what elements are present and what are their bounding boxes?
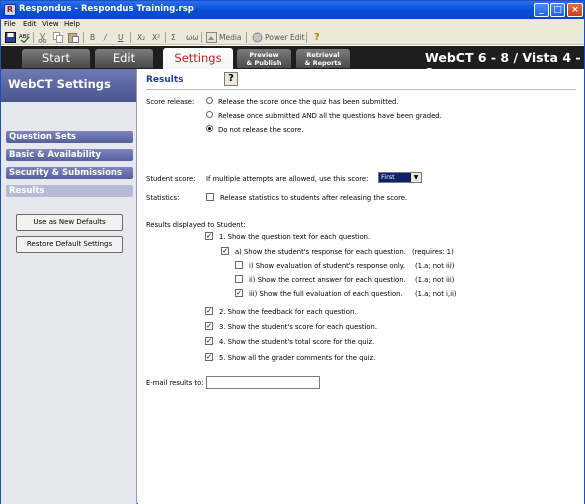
chevron-down-icon: ▼ bbox=[411, 173, 421, 182]
sidebar-item-question-sets[interactable]: Question Sets bbox=[6, 131, 133, 143]
menu-file[interactable]: File bbox=[4, 20, 16, 28]
sidebar-title: WebCT Settings bbox=[1, 69, 136, 102]
symbol-button[interactable]: Σ bbox=[171, 31, 176, 44]
result-1a-i-checkbox[interactable] bbox=[235, 261, 243, 269]
close-button[interactable]: × bbox=[567, 3, 583, 17]
result-1a-iii-checkbox[interactable]: ✓ bbox=[235, 289, 243, 297]
result-1a-ii-checkbox[interactable] bbox=[235, 275, 243, 283]
paste-icon[interactable] bbox=[68, 32, 79, 43]
media-button[interactable]: Media bbox=[219, 31, 242, 44]
statistics-text: Release statistics to students after rel… bbox=[220, 194, 408, 202]
result-5-label: 5. Show all the grader comments for the … bbox=[219, 354, 376, 362]
menu-bar: File Edit View Help bbox=[1, 19, 584, 30]
student-score-label: Student score: bbox=[146, 175, 196, 183]
title-divider bbox=[146, 89, 576, 90]
result-1a-label: a) Show the student's response for each … bbox=[235, 248, 406, 256]
superscript-button[interactable]: X² bbox=[152, 31, 160, 44]
tab-settings[interactable]: Settings bbox=[163, 48, 233, 69]
minimize-button[interactable]: _ bbox=[534, 3, 549, 17]
toolbar-separator bbox=[33, 32, 34, 43]
score-release-option-1: Release the score once the quiz has been… bbox=[218, 98, 399, 106]
help-button[interactable]: ? bbox=[224, 72, 238, 86]
student-score-text: If multiple attempts are allowed, use th… bbox=[206, 175, 369, 183]
results-settings-panel: Results ? Score release: Release the sco… bbox=[138, 69, 584, 504]
result-2-label: 2. Show the feedback for each question. bbox=[219, 308, 357, 316]
sidebar-item-security-submissions[interactable]: Security & Submissions bbox=[6, 167, 133, 179]
score-release-option-3: Do not release the score. bbox=[218, 126, 304, 134]
respondus-app-icon: R bbox=[4, 4, 16, 16]
nav-tab-bar: Start Edit Settings Preview & Publish Re… bbox=[1, 46, 584, 80]
toolbar-separator bbox=[130, 32, 131, 43]
power-edit-icon[interactable] bbox=[252, 32, 263, 43]
sidebar-item-results[interactable]: Results bbox=[6, 185, 133, 197]
toolbar-separator bbox=[83, 32, 84, 43]
tab-preview-publish[interactable]: Preview & Publish bbox=[237, 49, 291, 68]
toolbar-separator bbox=[306, 32, 307, 43]
bold-button[interactable]: B bbox=[90, 31, 95, 44]
score-release-radio-1[interactable] bbox=[206, 97, 213, 104]
result-4-label: 4. Show the student's total score for th… bbox=[219, 338, 375, 346]
tab-retrieval-line2: & Reports bbox=[304, 59, 342, 67]
result-4-checkbox[interactable]: ✓ bbox=[205, 337, 213, 345]
underline-button[interactable]: U bbox=[118, 31, 124, 44]
student-score-select[interactable]: First ▼ bbox=[378, 172, 422, 183]
tab-edit[interactable]: Edit bbox=[95, 49, 153, 68]
menu-view[interactable]: View bbox=[42, 20, 59, 28]
respondus-window: R Respondus - Respondus Training.rsp _ □… bbox=[0, 0, 585, 504]
menu-help[interactable]: Help bbox=[64, 20, 80, 28]
email-results-input[interactable] bbox=[206, 376, 320, 389]
score-release-radio-2[interactable] bbox=[206, 111, 213, 118]
tab-preview-line1: Preview bbox=[249, 51, 279, 59]
result-5-checkbox[interactable]: ✓ bbox=[205, 353, 213, 361]
result-2-checkbox[interactable]: ✓ bbox=[205, 307, 213, 315]
spell-check-icon[interactable]: ABC bbox=[19, 32, 30, 43]
tab-start[interactable]: Start bbox=[22, 49, 90, 68]
toolbar-separator bbox=[201, 32, 202, 43]
result-1a-checkbox[interactable]: ✓ bbox=[221, 247, 229, 255]
score-release-label: Score release: bbox=[146, 98, 195, 106]
settings-sidebar: WebCT Settings Question Sets Basic & Ava… bbox=[1, 69, 137, 504]
toolbar-separator bbox=[246, 32, 247, 43]
toolbar-separator bbox=[165, 32, 166, 43]
subscript-button[interactable]: X₂ bbox=[137, 31, 145, 44]
result-3-label: 3. Show the student's score for each que… bbox=[219, 323, 378, 331]
result-1a-ii-label: ii) Show the correct answer for each que… bbox=[249, 276, 406, 284]
maximize-button[interactable]: □ bbox=[550, 3, 565, 17]
link-button[interactable]: ωω bbox=[186, 31, 199, 44]
help-icon[interactable]: ? bbox=[314, 31, 320, 44]
email-results-label: E-mail results to: bbox=[146, 379, 204, 387]
result-1a-iii-note: (1.a; not i,ii) bbox=[415, 290, 457, 298]
result-1a-note: (requires: 1) bbox=[412, 248, 454, 256]
result-1a-i-note: (1.a; not iii) bbox=[415, 262, 455, 270]
result-3-checkbox[interactable]: ✓ bbox=[205, 322, 213, 330]
results-displayed-label: Results displayed to Student: bbox=[146, 221, 246, 229]
score-release-option-2: Release once submitted AND all the quest… bbox=[218, 112, 442, 120]
statistics-label: Statistics: bbox=[146, 194, 180, 202]
statistics-checkbox[interactable] bbox=[206, 193, 214, 201]
tab-retrieval-reports[interactable]: Retrieval & Reports bbox=[296, 49, 350, 68]
italic-button[interactable]: / bbox=[104, 31, 107, 44]
sidebar-item-basic-availability[interactable]: Basic & Availability bbox=[6, 149, 133, 161]
window-title: Respondus - Respondus Training.rsp bbox=[19, 4, 194, 14]
power-edit-button[interactable]: Power Edit bbox=[265, 31, 305, 44]
result-1a-iii-label: iii) Show the full evaluation of each qu… bbox=[249, 290, 403, 298]
result-1a-ii-note: (1.a; not iii) bbox=[415, 276, 455, 284]
score-release-radio-3[interactable] bbox=[206, 125, 213, 132]
page-title: Results bbox=[146, 75, 184, 85]
copy-icon[interactable] bbox=[53, 32, 63, 43]
result-1a-i-label: i) Show evaluation of student's response… bbox=[249, 262, 405, 270]
result-1-label: 1. Show the question text for each quest… bbox=[219, 233, 371, 241]
student-score-value: First bbox=[381, 173, 395, 181]
media-icon[interactable] bbox=[206, 32, 217, 43]
tab-preview-line2: & Publish bbox=[246, 59, 282, 67]
save-icon[interactable] bbox=[5, 32, 16, 43]
use-as-new-defaults-button[interactable]: Use as New Defaults bbox=[16, 214, 123, 231]
tab-retrieval-line1: Retrieval bbox=[306, 51, 340, 59]
cut-icon[interactable] bbox=[38, 32, 47, 43]
toolbar: ABC B / U X₂ X² Σ ωω Media Power Edit ? bbox=[1, 30, 584, 45]
restore-default-settings-button[interactable]: Restore Default Settings bbox=[16, 236, 123, 253]
result-1-checkbox[interactable]: ✓ bbox=[205, 232, 213, 240]
title-bar: R Respondus - Respondus Training.rsp _ □… bbox=[1, 1, 584, 19]
menu-edit[interactable]: Edit bbox=[23, 20, 37, 28]
